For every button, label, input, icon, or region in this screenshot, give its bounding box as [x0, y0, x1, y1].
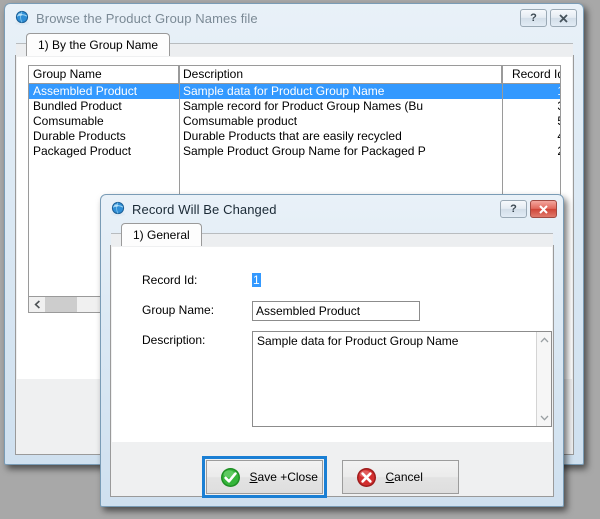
accel-c: C [385, 470, 395, 484]
save-close-button[interactable]: Save +Close [201, 456, 327, 498]
cell-group-name: Bundled Product [33, 99, 122, 113]
record-id-label: Record Id: [142, 273, 198, 287]
description-scrollbar[interactable] [536, 332, 551, 426]
scroll-left-icon[interactable] [29, 297, 45, 312]
table-row[interactable]: Comsumable Comsumable product 5 [29, 114, 560, 129]
red-x-icon [356, 467, 377, 488]
dialog-form-area: Record Id: 1 Group Name: Description: [112, 247, 552, 442]
cancel-label: Cancel [386, 470, 423, 484]
dialog-title: Record Will Be Changed [132, 201, 277, 217]
column-header-description[interactable]: Description [179, 66, 502, 83]
cell-record-id: 3 [502, 99, 560, 114]
description-input[interactable] [252, 331, 552, 427]
cancel-button[interactable]: Cancel [341, 460, 459, 494]
tab-by-the-group-name[interactable]: 1) By the Group Name [26, 33, 171, 56]
main-tabstrip: 1) By the Group Name [16, 33, 573, 56]
accel-s: S [249, 470, 258, 484]
table-row[interactable]: Packaged Product Sample Product Group Na… [29, 144, 560, 159]
help-icon: ? [530, 12, 537, 24]
description-label: Description: [142, 333, 206, 347]
group-name-row: Group Name: [142, 301, 420, 321]
tab-label: 1) General [133, 228, 190, 242]
dialog-tabstrip: 1) General [111, 223, 553, 246]
main-titlebar-buttons: ? [520, 9, 577, 27]
globe-icon [110, 201, 126, 217]
table-row[interactable]: Durable Products Durable Products that a… [29, 129, 560, 144]
close-button[interactable] [530, 200, 557, 218]
record-id-value[interactable]: 1 [252, 273, 261, 287]
cell-record-id: 2 [502, 144, 560, 159]
description-row: Description: [142, 331, 552, 427]
cell-description: Sample data for Product Group Name [183, 84, 385, 98]
scroll-down-icon[interactable] [537, 411, 551, 425]
cell-description: Sample record for Product Group Names (B… [183, 99, 424, 113]
table-row[interactable]: Assembled Product Sample data for Produc… [29, 84, 560, 99]
help-icon: ? [510, 203, 517, 215]
dialog-titlebar-buttons: ? [500, 200, 557, 218]
main-window-title: Browse the Product Group Names file [36, 10, 258, 26]
dialog-titlebar: Record Will Be Changed ? [101, 195, 563, 223]
save-close-label: Save +Close [250, 470, 318, 484]
tab-label: 1) By the Group Name [38, 38, 159, 52]
cell-group-name: Assembled Product [33, 84, 138, 98]
cell-group-name: Comsumable [33, 114, 104, 128]
column-header-group-name[interactable]: Group Name [29, 66, 179, 83]
tab-general[interactable]: 1) General [121, 223, 202, 246]
cell-description: Durable Products that are easily recycle… [183, 129, 402, 143]
help-button[interactable]: ? [520, 9, 547, 27]
scrollbar-thumb[interactable] [45, 297, 77, 312]
close-icon [558, 13, 569, 24]
dialog-button-bar: Save +Close Cancel [111, 456, 553, 498]
dialog-body: 1) General Record Id: 1 Group Name: Desc… [101, 222, 563, 506]
cell-record-id: 4 [502, 129, 560, 144]
green-check-icon [220, 467, 241, 488]
save-close-label-rest: ave +Close [257, 470, 318, 484]
globe-icon [14, 10, 30, 26]
close-button[interactable] [550, 9, 577, 27]
cancel-label-rest: ancel [394, 470, 423, 484]
close-icon [538, 204, 549, 215]
cell-description: Comsumable product [183, 114, 298, 128]
description-field-wrapper [252, 331, 552, 427]
record-id-row: Record Id: 1 [142, 273, 261, 287]
grid-header-row: Group Name Description Record Id [29, 66, 560, 84]
cell-description: Sample Product Group Name for Packaged P [183, 144, 426, 158]
cell-record-id: 5 [502, 114, 560, 129]
cell-record-id: 1 [502, 84, 560, 99]
table-row[interactable]: Bundled Product Sample record for Produc… [29, 99, 560, 114]
record-will-be-changed-dialog: Record Will Be Changed ? 1) General Reco… [100, 194, 564, 507]
help-button[interactable]: ? [500, 200, 527, 218]
cell-group-name: Packaged Product [33, 144, 132, 158]
dialog-panel: 1) General Record Id: 1 Group Name: Desc… [110, 223, 554, 498]
column-header-record-id[interactable]: Record Id [502, 66, 560, 83]
screen: Browse the Product Group Names file ? 1)… [0, 0, 600, 519]
cell-group-name: Durable Products [33, 129, 126, 143]
main-titlebar: Browse the Product Group Names file ? [5, 4, 583, 32]
group-name-input[interactable] [252, 301, 420, 321]
scroll-up-icon[interactable] [537, 333, 551, 347]
group-name-label: Group Name: [142, 303, 215, 317]
